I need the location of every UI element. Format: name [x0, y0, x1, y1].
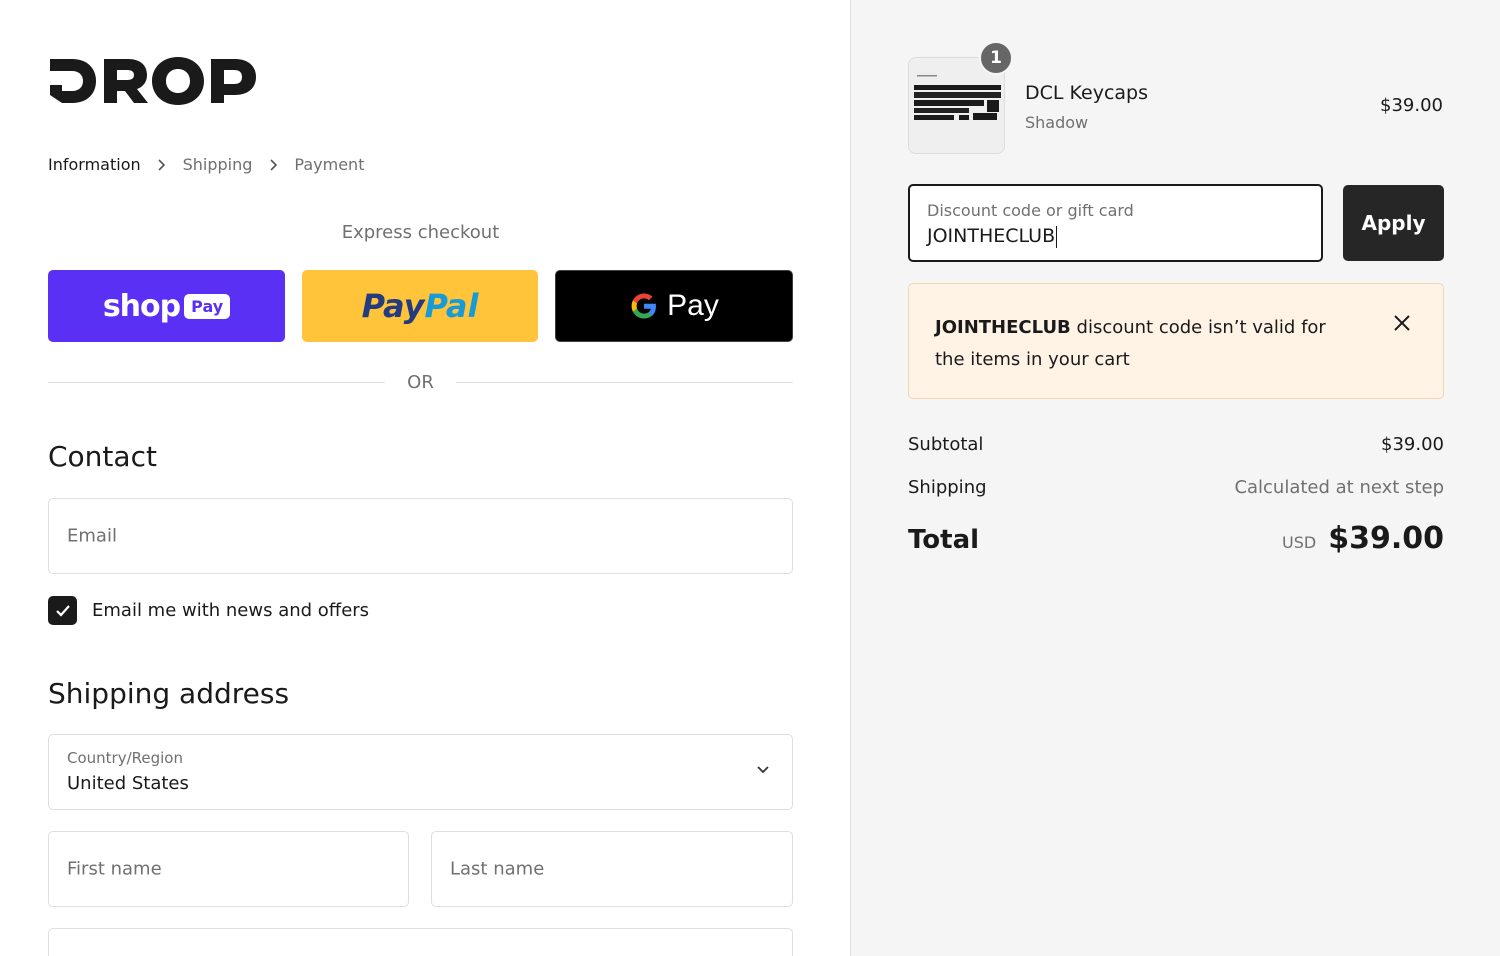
email-field[interactable]: Email — [48, 498, 793, 574]
close-icon[interactable] — [1391, 312, 1413, 334]
checkout-form-panel: Information Shipping Payment Express che… — [0, 0, 851, 956]
shop-pay-wordmark: shop — [102, 288, 181, 324]
subtotal-label: Subtotal — [908, 434, 984, 455]
product-name: DCL Keycaps — [1025, 82, 1149, 104]
product-price: $39.00 — [1380, 95, 1443, 116]
first-name-field[interactable]: First name — [48, 831, 409, 907]
google-g-icon — [631, 293, 657, 319]
total-value: $39.00 — [1328, 521, 1444, 556]
breadcrumb-information[interactable]: Information — [48, 155, 141, 174]
apply-button[interactable]: Apply — [1343, 185, 1444, 261]
chevron-right-icon — [157, 158, 167, 172]
chevron-right-icon — [268, 158, 278, 172]
shipping-row: Shipping Calculated at next step — [908, 477, 1444, 498]
alert-message: JOINTHECLUB discount code isn’t valid fo… — [935, 317, 1326, 370]
total-currency: USD — [1282, 533, 1317, 552]
shipping-address-heading: Shipping address — [48, 677, 290, 710]
country-value: United States — [67, 773, 189, 794]
checkmark-icon — [55, 604, 70, 617]
shop-pay-badge: Pay — [184, 293, 231, 319]
drop-logo[interactable] — [48, 55, 260, 107]
contact-heading: Contact — [48, 440, 157, 473]
country-select[interactable]: Country/Region United States — [48, 734, 793, 810]
google-pay-button[interactable]: Pay — [555, 270, 793, 342]
product-variant: Shadow — [1025, 113, 1089, 132]
chevron-down-icon — [757, 766, 769, 774]
paypal-wordmark: PayPal — [361, 287, 479, 325]
total-label: Total — [908, 525, 980, 555]
country-label: Country/Region — [67, 749, 183, 767]
subtotal-value: $39.00 — [1381, 434, 1444, 455]
google-pay-wordmark: Pay — [667, 289, 719, 322]
quantity-badge: 1 — [979, 41, 1013, 75]
express-checkout-label: Express checkout — [341, 222, 500, 243]
email-placeholder: Email — [67, 525, 117, 547]
total-row: Total USD $39.00 — [908, 521, 1444, 556]
divider-line — [455, 382, 793, 383]
paypal-button[interactable]: PayPal — [302, 270, 538, 342]
or-divider: OR — [48, 372, 793, 393]
newsletter-label: Email me with news and offers — [92, 600, 370, 621]
discount-code-value: JOINTHECLUB — [927, 225, 1058, 248]
last-name-field[interactable]: Last name — [431, 831, 793, 907]
text-caret — [1056, 225, 1058, 248]
shipping-value: Calculated at next step — [1234, 477, 1444, 498]
newsletter-checkbox[interactable] — [48, 596, 77, 625]
discount-error-alert: JOINTHECLUB discount code isn’t valid fo… — [908, 283, 1444, 399]
discount-code-label: Discount code or gift card — [927, 201, 1134, 220]
breadcrumb-shipping: Shipping — [182, 155, 253, 174]
shop-pay-button[interactable]: shop Pay — [48, 270, 285, 342]
first-name-placeholder: First name — [67, 858, 162, 880]
subtotal-row: Subtotal $39.00 — [908, 434, 1444, 455]
breadcrumb: Information Shipping Payment — [48, 155, 364, 174]
shipping-label: Shipping — [908, 477, 987, 498]
or-text: OR — [407, 372, 434, 393]
divider-line — [48, 382, 386, 383]
newsletter-option[interactable]: Email me with news and offers — [48, 596, 369, 625]
breadcrumb-payment: Payment — [294, 155, 365, 174]
total-amount: USD $39.00 — [1282, 521, 1444, 556]
last-name-placeholder: Last name — [450, 858, 545, 880]
discount-code-input[interactable]: Discount code or gift card JOINTHECLUB — [908, 184, 1323, 262]
next-address-field[interactable] — [48, 928, 793, 956]
